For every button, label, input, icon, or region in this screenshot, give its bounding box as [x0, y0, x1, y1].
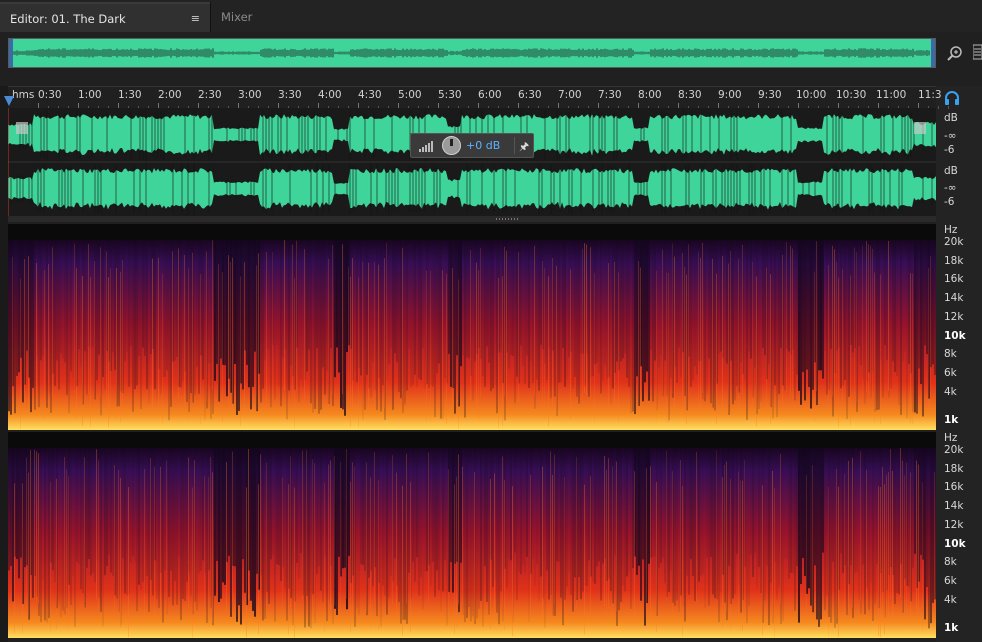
- ruler-label: 5:30: [438, 89, 462, 101]
- frequency-label: 18k: [944, 255, 964, 267]
- frequency-label: 18k: [944, 463, 964, 475]
- ruler-label: 11:00: [876, 89, 907, 101]
- frequency-label: Hz: [944, 432, 958, 444]
- frequency-label: 10k: [944, 538, 966, 550]
- fade-out-handle[interactable]: [914, 122, 926, 134]
- frequency-label: 8k: [944, 556, 957, 568]
- frequency-label: 6k: [944, 367, 957, 379]
- frequency-label: 4k: [944, 386, 957, 398]
- spectrogram-channel1: [8, 224, 936, 430]
- frequency-label: 16k: [944, 273, 964, 285]
- vertical-scale-panel: [936, 86, 982, 642]
- waveform-channels: [8, 108, 936, 216]
- frequency-label: 14k: [944, 500, 964, 512]
- panel-divider[interactable]: [8, 216, 936, 222]
- channel1-scale-unit: dB: [944, 112, 958, 124]
- ruler-label: 9:00: [718, 89, 742, 101]
- ruler-minor-tick: [948, 106, 949, 109]
- ruler-label: 7:00: [558, 89, 582, 101]
- tab-mixer[interactable]: Mixer: [210, 2, 278, 32]
- ruler-label: 4:30: [358, 89, 382, 101]
- tab-menu-icon[interactable]: ≡: [191, 4, 200, 34]
- ruler-label: 11:3: [918, 89, 942, 101]
- ruler-label: 2:30: [198, 89, 222, 101]
- left-gutter: [0, 86, 8, 642]
- fade-in-handle[interactable]: [16, 122, 28, 134]
- frequency-label: 1k: [944, 414, 959, 426]
- volume-hud[interactable]: +0 dB 🖈: [410, 133, 534, 158]
- frequency-label: 12k: [944, 311, 964, 323]
- channel1-scale-minus6: -6: [944, 144, 955, 156]
- playhead-marker[interactable]: [4, 96, 14, 106]
- frequency-label: 20k: [944, 444, 964, 456]
- ruler-label: 5:00: [398, 89, 422, 101]
- divider-grip-icon[interactable]: [496, 218, 520, 220]
- channel1-scale-inf: -∞: [944, 130, 957, 142]
- headphones-icon[interactable]: [944, 90, 960, 106]
- hud-divider: [514, 137, 515, 154]
- ruler-label: 1:30: [118, 89, 142, 101]
- ruler-label: 6:30: [518, 89, 542, 101]
- overview-waveform: [12, 48, 930, 58]
- ruler-label: 3:30: [278, 89, 302, 101]
- ruler-label: 2:00: [158, 89, 182, 101]
- ruler-label: 10:00: [796, 89, 827, 101]
- frequency-label: 8k: [944, 348, 957, 360]
- overview-right-handle[interactable]: [931, 39, 935, 67]
- frequency-label: 1k: [944, 622, 959, 634]
- ruler-minor-tick: [938, 106, 939, 109]
- spectral-display-channel2[interactable]: [8, 432, 936, 638]
- tab-editor[interactable]: Editor: 01. The Dark Presence.mp3 ≡: [0, 2, 210, 56]
- panel-menu-icon[interactable]: [973, 44, 982, 60]
- channel2-scale-inf: -∞: [944, 182, 957, 194]
- channel2-scale-unit: dB: [944, 165, 958, 177]
- volume-value[interactable]: +0 dB: [466, 139, 500, 152]
- ruler-label: 4:00: [318, 89, 342, 101]
- ruler-label: 9:30: [758, 89, 782, 101]
- frequency-label: 14k: [944, 292, 964, 304]
- ruler-label: 8:30: [678, 89, 702, 101]
- pin-icon[interactable]: 🖈: [519, 138, 529, 157]
- ruler-label: 3:00: [238, 89, 262, 101]
- frequency-label: 16k: [944, 481, 964, 493]
- frequency-label: Hz: [944, 224, 958, 236]
- ruler-label: 8:00: [638, 89, 662, 101]
- overview-left-handle[interactable]: [9, 39, 13, 67]
- frequency-label: 6k: [944, 575, 957, 587]
- time-ruler[interactable]: hms 0:30 1:00 1:30 2:00 2:30 3:00 3:30 4:00 4:30…: [8, 86, 949, 109]
- spectral-display-channel1[interactable]: [8, 224, 936, 430]
- ruler-label: 7:30: [598, 89, 622, 101]
- zoom-icon[interactable]: [946, 44, 964, 62]
- tab-mixer-label: Mixer: [221, 10, 253, 24]
- ruler-label: 1:00: [78, 89, 102, 101]
- waveform-display[interactable]: [8, 108, 936, 216]
- frequency-label: 12k: [944, 519, 964, 531]
- ruler-unit: hms: [12, 89, 35, 101]
- ruler-label: 0:30: [38, 89, 62, 101]
- volume-knob[interactable]: [442, 136, 461, 155]
- spectrogram-channel2: [8, 432, 936, 638]
- tab-bar: Editor: 01. The Dark Presence.mp3 ≡ Mixe…: [0, 0, 982, 56]
- frequency-label: 10k: [944, 330, 966, 342]
- frequency-label: 20k: [944, 236, 964, 248]
- ruler-label: 10:30: [836, 89, 867, 101]
- channel2-scale-minus6: -6: [944, 196, 955, 208]
- levels-icon: [419, 141, 433, 152]
- overview-navigator[interactable]: [8, 38, 936, 68]
- frequency-label: 4k: [944, 594, 957, 606]
- ruler-label: 6:00: [478, 89, 502, 101]
